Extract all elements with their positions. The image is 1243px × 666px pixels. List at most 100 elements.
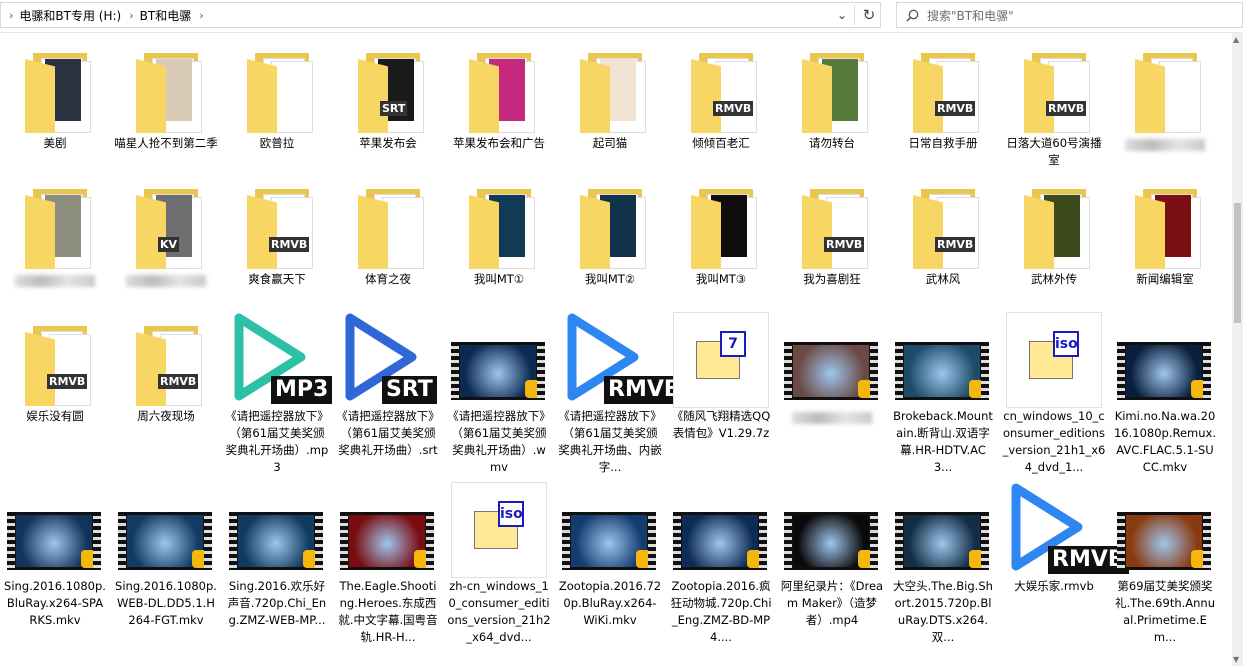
folder-item[interactable]: 体育之夜 [333, 175, 443, 288]
breadcrumb-separator-icon: › [9, 8, 14, 22]
file-item[interactable]: Sing.2016.1080p.WEB-DL.DD5.1.H264-FGT.mk… [111, 482, 221, 629]
file-item[interactable]: 7 《随风飞翔精选QQ表情包》V1.29.7z [666, 312, 776, 442]
folder-icon [1115, 39, 1215, 135]
file-type-badge: SRT [382, 376, 437, 404]
file-item[interactable]: RMVB 《请把遥控器放下》（第61届艾美奖颁奖典礼开场曲、内嵌字... [555, 312, 685, 476]
folder-item[interactable]: RMVB 日落大道60号演播室 [999, 39, 1109, 169]
scrollbar-thumb[interactable] [1234, 203, 1241, 323]
folder-item[interactable]: 新闻编辑室 [1110, 175, 1220, 288]
item-label: 日落大道60号演播室 [1006, 136, 1102, 167]
folder-item[interactable]: RMVB 娱乐没有圆 [0, 312, 110, 425]
folder-item[interactable]: 喵星人抢不到第二季 [111, 39, 221, 152]
item-label: 爽食赢天下 [248, 272, 306, 286]
folder-item[interactable]: 我叫MT③ [666, 175, 776, 288]
file-icon: MP3 [227, 312, 333, 408]
item-label: 第69届艾美奖颁奖礼.The.69th.Annual.Primetime.Em.… [1114, 579, 1216, 644]
file-item[interactable]: Sing.2016.欢乐好声音.720p.Chi_Eng.ZMZ-WEB-MP.… [222, 482, 332, 629]
folder-item[interactable] [1110, 39, 1220, 151]
file-item[interactable]: iso zh-cn_windows_10_consumer_editions_ve… [444, 482, 554, 646]
file-item[interactable]: RMVB 大娱乐家.rmvb [999, 482, 1129, 595]
folder-item[interactable]: 请勿转台 [777, 39, 887, 152]
file-icon: iso [1004, 312, 1104, 408]
folder-icon: KV [116, 175, 216, 271]
file-item[interactable]: 《请把遥控器放下》（第61届艾美奖颁奖典礼开场曲）.wmv [444, 312, 554, 476]
item-label: 《请把遥控器放下》（第61届艾美奖颁奖典礼开场曲）.mp3 [225, 409, 329, 474]
file-type-badge: RMVB [158, 374, 199, 389]
folder-item[interactable]: RMVB 我为喜剧狂 [777, 175, 887, 288]
item-label: 日常自救手册 [908, 136, 978, 150]
film-strip [340, 512, 434, 570]
item-label: 我为喜剧狂 [803, 272, 861, 286]
folder-icon: RMVB [227, 175, 327, 271]
breadcrumb-separator-icon[interactable]: › [199, 9, 203, 22]
folder-item[interactable]: KV [111, 175, 221, 287]
file-item[interactable]: Kimi.no.Na.wa.2016.1080p.Remux.AVC.FLAC.… [1110, 312, 1220, 476]
video-thumbnail [893, 482, 993, 578]
folder-item[interactable] [0, 175, 110, 287]
file-item[interactable]: Zootopia.2016.720p.BluRay.x264-WiKi.mkv [555, 482, 665, 629]
folder-item[interactable]: RMVB 倾倾百老汇 [666, 39, 776, 152]
file-item[interactable]: MP3 《请把遥控器放下》（第61届艾美奖颁奖典礼开场曲）.mp3 [222, 312, 333, 476]
folder-icon: RMVB [1004, 39, 1104, 135]
film-strip [562, 512, 656, 570]
file-item[interactable]: Sing.2016.1080p.BluRay.x264-SPARKS.mkv [0, 482, 110, 629]
item-label: 我叫MT① [473, 272, 525, 286]
file-item[interactable]: 大空头.The.Big.Short.2015.720p.BluRay.DTS.x… [888, 482, 998, 646]
scroll-up-icon[interactable]: ▲ [1233, 35, 1239, 44]
item-label: 新闻编辑室 [1136, 272, 1194, 286]
search-box[interactable]: 搜索"BT和电骡" [896, 2, 1243, 28]
breadcrumb-drive[interactable]: 电骡和BT专用 (H:) [19, 7, 121, 24]
file-item[interactable]: SRT 《请把遥控器放下》（第61届艾美奖颁奖典礼开场曲）.srt [333, 312, 443, 459]
breadcrumb-folder[interactable]: BT和电骡 [140, 7, 192, 24]
folder-icon: RMVB [116, 312, 216, 408]
file-item[interactable]: Brokeback.Mountain.断背山.双语字幕.HR-HDTV.AC3.… [888, 312, 998, 476]
folder-item[interactable]: RMVB 周六夜现场 [111, 312, 221, 425]
file-item[interactable]: The.Eagle.Shooting.Heroes.东成西就.中文字幕.国粤音轨… [333, 482, 443, 646]
player-icon [969, 380, 987, 398]
breadcrumb-separator-icon: › [129, 8, 134, 22]
folder-item[interactable]: 起司猫 [555, 39, 665, 152]
folder-icon: RMVB [671, 39, 771, 135]
item-label: 《请把遥控器放下》（第61届艾美奖颁奖典礼开场曲）.wmv [447, 409, 551, 474]
video-thumbnail [782, 312, 882, 408]
folder-icon [449, 175, 549, 271]
film-strip [118, 512, 212, 570]
refresh-icon[interactable]: ↻ [857, 3, 881, 27]
item-label: 武林外传 [1031, 272, 1077, 286]
address-bar[interactable]: › 电骡和BT专用 (H:) › BT和电骡 › ⌄ ↻ [0, 2, 881, 28]
file-type-badge: MP3 [271, 376, 333, 404]
item-label: 周六夜现场 [137, 409, 195, 423]
file-item[interactable]: Zootopia.2016.疯狂动物城.720p.Chi_Eng.ZMZ-BD-… [666, 482, 776, 646]
explorer-toolbar: › 电骡和BT专用 (H:) › BT和电骡 › ⌄ ↻ 搜索"BT和电骡" [0, 0, 1243, 33]
item-label: 大娱乐家.rmvb [1014, 579, 1094, 593]
folder-item[interactable]: 我叫MT② [555, 175, 665, 288]
folder-item[interactable]: 美剧 [0, 39, 110, 152]
folder-item[interactable]: 武林外传 [999, 175, 1109, 288]
file-item[interactable]: 阿里纪录片：《Dream Maker》（造梦者）.mp4 [777, 482, 887, 629]
item-label: 请勿转台 [809, 136, 855, 150]
redacted-label [126, 275, 206, 287]
folder-item[interactable]: 苹果发布会和广告 [444, 39, 554, 152]
chevron-down-icon[interactable]: ⌄ [831, 3, 853, 27]
vertical-scrollbar[interactable]: ▲ ▼ [1232, 33, 1243, 666]
item-label: Sing.2016.1080p.BluRay.x264-SPARKS.mkv [4, 579, 106, 627]
file-item[interactable]: 第69届艾美奖颁奖礼.The.69th.Annual.Primetime.Em.… [1110, 482, 1220, 646]
item-label: 体育之夜 [365, 272, 411, 286]
video-thumbnail [893, 312, 993, 408]
item-label: 倾倾百老汇 [692, 136, 750, 150]
folder-item[interactable]: SRT 苹果发布会 [333, 39, 443, 152]
player-icon [1191, 380, 1209, 398]
folder-item[interactable]: RMVB 日常自救手册 [888, 39, 998, 152]
file-item[interactable]: iso cn_windows_10_consumer_editions_versi… [999, 312, 1109, 476]
player-icon [525, 380, 543, 398]
folder-item[interactable]: RMVB 武林风 [888, 175, 998, 288]
scroll-down-icon[interactable]: ▼ [1233, 655, 1239, 664]
file-type-badge: RMVB [1046, 101, 1087, 116]
folder-item[interactable]: 我叫MT① [444, 175, 554, 288]
folder-item[interactable]: RMVB 爽食赢天下 [222, 175, 332, 288]
file-type-badge: iso [498, 501, 524, 527]
folder-item[interactable]: 欧普拉 [222, 39, 332, 152]
video-thumbnail [227, 482, 327, 578]
file-item[interactable] [777, 312, 887, 424]
player-icon [192, 550, 210, 568]
